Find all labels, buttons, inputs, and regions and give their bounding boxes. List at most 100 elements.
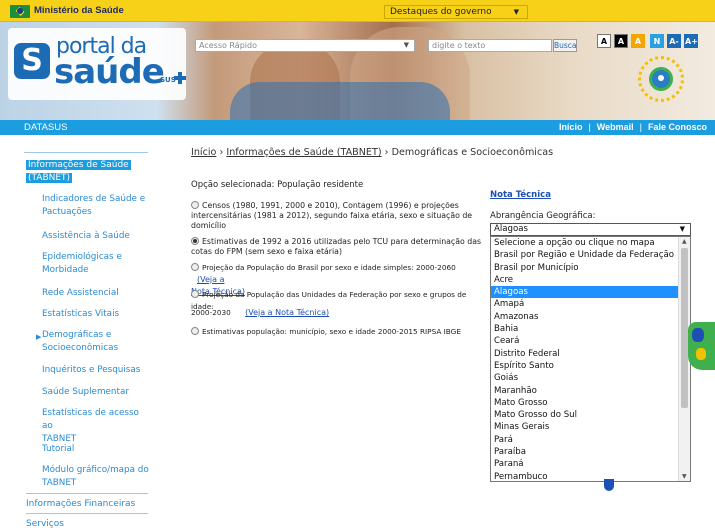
option-estimativas-tcu[interactable]: Estimativas de 1992 a 2016 utilizadas pe… — [191, 237, 483, 257]
destaques-select[interactable]: Destaques do governo ▼ — [384, 5, 528, 19]
chevron-down-icon: ▼ — [679, 225, 685, 233]
breadcrumb: Início › Informações de Saúde (TABNET) ›… — [191, 147, 553, 158]
radio-button[interactable] — [191, 263, 199, 271]
option-label: Estimativas de 1992 a 2016 utilizadas pe… — [202, 237, 482, 246]
dropdown-option[interactable]: Selecione a opção ou clique no mapa — [491, 237, 678, 249]
dropdown-option[interactable]: Goiás — [491, 372, 678, 384]
option-label: 2000-2030 — [191, 308, 231, 317]
gov-bar: Ministério da Saúde Destaques do governo… — [0, 0, 715, 22]
dropdown-option[interactable]: Acre — [491, 274, 678, 286]
sidebar-item-rede[interactable]: Rede Assistencial — [42, 287, 152, 300]
dropdown-option[interactable]: Pará — [491, 434, 678, 446]
dropdown-option[interactable]: Minas Gerais — [491, 421, 678, 433]
option-label: domicílio — [191, 221, 227, 230]
search-button[interactable]: Busca — [553, 39, 577, 52]
scroll-up-icon[interactable]: ▲ — [682, 238, 687, 245]
banner-photo — [230, 82, 450, 120]
abrangencia-dropdown[interactable]: Selecione a opção ou clique no mapa Brasi… — [490, 236, 691, 482]
decorative-globe-icon — [649, 67, 673, 91]
sidebar-item-modulo-grafico[interactable]: Módulo gráfico/mapa do TABNET — [42, 464, 152, 490]
link-inicio[interactable]: Início — [559, 122, 583, 132]
dropdown-option[interactable]: Maranhão — [491, 385, 678, 397]
abrangencia-select[interactable]: Alagoas ▼ — [490, 223, 691, 236]
radio-button[interactable] — [191, 327, 199, 335]
breadcrumb-inicio[interactable]: Início — [191, 147, 216, 158]
nota-tecnica-link[interactable]: (Veja a — [197, 275, 224, 284]
breadcrumb-separator: › — [384, 147, 389, 158]
scrollbar-thumb[interactable] — [681, 248, 688, 408]
sidebar-item-label: (TABNET) — [26, 173, 73, 183]
dropdown-option[interactable]: Espírito Santo — [491, 360, 678, 372]
destaques-label: Destaques do governo — [390, 7, 492, 17]
sidebar-item-financeiras[interactable]: Informações Financeiras — [26, 499, 135, 509]
abrangencia-label: Abrangência Geográfica: — [490, 211, 596, 221]
dropdown-list: Selecione a opção ou clique no mapa Brasi… — [491, 237, 690, 481]
sidebar-item-demograficas[interactable]: Demográficas e Socioeconômicas — [42, 329, 152, 355]
sidebar-item-assistencia[interactable]: Assistência à Saúde — [42, 230, 152, 243]
sidebar-divider — [24, 152, 148, 153]
dropdown-option[interactable]: Mato Grosso do Sul — [491, 409, 678, 421]
datasus-bar: DATASUS Início | Webmail | Fale Conosco — [0, 120, 715, 135]
breadcrumb-current: Demográficas e Socioeconômicas — [391, 147, 554, 158]
radio-button[interactable] — [191, 290, 199, 298]
ministry-link[interactable]: Ministério da Saúde — [34, 5, 124, 16]
dropdown-option[interactable]: Pernambuco — [491, 471, 678, 481]
normal-contrast-button[interactable]: N — [650, 34, 664, 48]
option-label: intercensitárias (1981 a 2012), segundo … — [191, 211, 473, 220]
option-label: Censos (1980, 1991, 2000 e 2010), Contag… — [202, 201, 459, 210]
dropdown-option[interactable]: Mato Grosso — [491, 397, 678, 409]
sidebar-item-tabnet[interactable]: Informações de Saúde (TABNET) — [26, 159, 131, 185]
radio-button[interactable] — [191, 201, 199, 209]
dropdown-option[interactable]: Distrito Federal — [491, 348, 678, 360]
option-projecao-uf-cont: 2000-2030 (Veja a Nota Técnica) — [191, 307, 483, 319]
sidebar-item-saude-suplementar[interactable]: Saúde Suplementar — [42, 386, 152, 399]
sidebar-item-servicos[interactable]: Serviços — [26, 519, 64, 528]
option-censos[interactable]: Censos (1980, 1991, 2000 e 2010), Contag… — [191, 201, 483, 231]
brazil-map-fragment[interactable] — [604, 479, 614, 491]
portal-saude-logo[interactable]: S portal da saúde SUS — [8, 28, 186, 100]
sidebar-item-inqueritos[interactable]: Inquéritos e Pesquisas — [42, 364, 152, 377]
nota-tecnica-link[interactable]: (Veja a Nota Técnica) — [245, 308, 329, 317]
high-contrast-button[interactable]: A — [614, 34, 628, 48]
sidebar-item-estatisticas-acesso[interactable]: Estatísticas de acesso ao TABNET — [42, 407, 152, 446]
dropdown-option[interactable]: Alagoas — [491, 286, 678, 299]
sidebar-item-epidemiologicas[interactable]: Epidemiológicas e Morbidade — [42, 251, 152, 277]
selected-option-text: Opção selecionada: População residente — [191, 180, 364, 190]
option-ripsa[interactable]: Estimativas população: município, sexo e… — [191, 326, 483, 338]
font-increase-button[interactable]: A+ — [684, 34, 698, 48]
sidebar-item-indicadores[interactable]: Indicadores de Saúde e Pactuações — [42, 193, 152, 219]
search-input[interactable]: digite o texto — [428, 39, 552, 52]
breadcrumb-tabnet[interactable]: Informações de Saúde (TABNET) — [226, 147, 381, 158]
dropdown-option[interactable]: Paraná — [491, 458, 678, 470]
radio-button-checked[interactable] — [191, 237, 199, 245]
link-webmail[interactable]: Webmail — [597, 122, 634, 132]
dropdown-option[interactable]: Ceará — [491, 335, 678, 347]
option-label: cotas do FPM (sem sexo e faixa etária) — [191, 247, 342, 256]
nota-tecnica-link[interactable]: Nota Técnica — [490, 190, 551, 200]
breadcrumb-separator: › — [219, 147, 224, 158]
quick-access-placeholder: Acesso Rápido — [199, 41, 257, 50]
arrow-right-icon: ▶ — [36, 333, 42, 341]
sidebar-divider — [26, 493, 148, 494]
brazil-map-fragment[interactable] — [688, 322, 715, 370]
dropdown-option[interactable]: Amapá — [491, 298, 678, 310]
dropdown-option[interactable]: Brasil por Região e Unidade da Federação — [491, 249, 678, 261]
sidebar-item-tutorial[interactable]: Tutorial — [42, 443, 152, 456]
header-banner: S portal da saúde SUS Acesso Rápido ▼ di… — [0, 22, 715, 120]
dropdown-option[interactable]: Paraíba — [491, 446, 678, 458]
contrast-yellow-button[interactable]: A — [631, 34, 645, 48]
dropdown-option[interactable]: Amazonas — [491, 311, 678, 323]
quick-access-select[interactable]: Acesso Rápido ▼ — [195, 39, 415, 52]
dropdown-option[interactable]: Brasil por Município — [491, 262, 678, 274]
font-decrease-button[interactable]: A- — [667, 34, 681, 48]
chevron-down-icon: ▼ — [513, 8, 519, 16]
font-normal-button[interactable]: A — [597, 34, 611, 48]
separator: | — [588, 122, 591, 132]
link-fale-conosco[interactable]: Fale Conosco — [648, 122, 707, 132]
sidebar-item-estatisticas-vitais[interactable]: Estatísticas Vitais — [42, 308, 152, 321]
datasus-label: DATASUS — [24, 122, 68, 133]
dropdown-option[interactable]: Bahia — [491, 323, 678, 335]
separator: | — [639, 122, 642, 132]
chevron-down-icon: ▼ — [403, 41, 409, 49]
scroll-down-icon[interactable]: ▼ — [682, 473, 687, 480]
